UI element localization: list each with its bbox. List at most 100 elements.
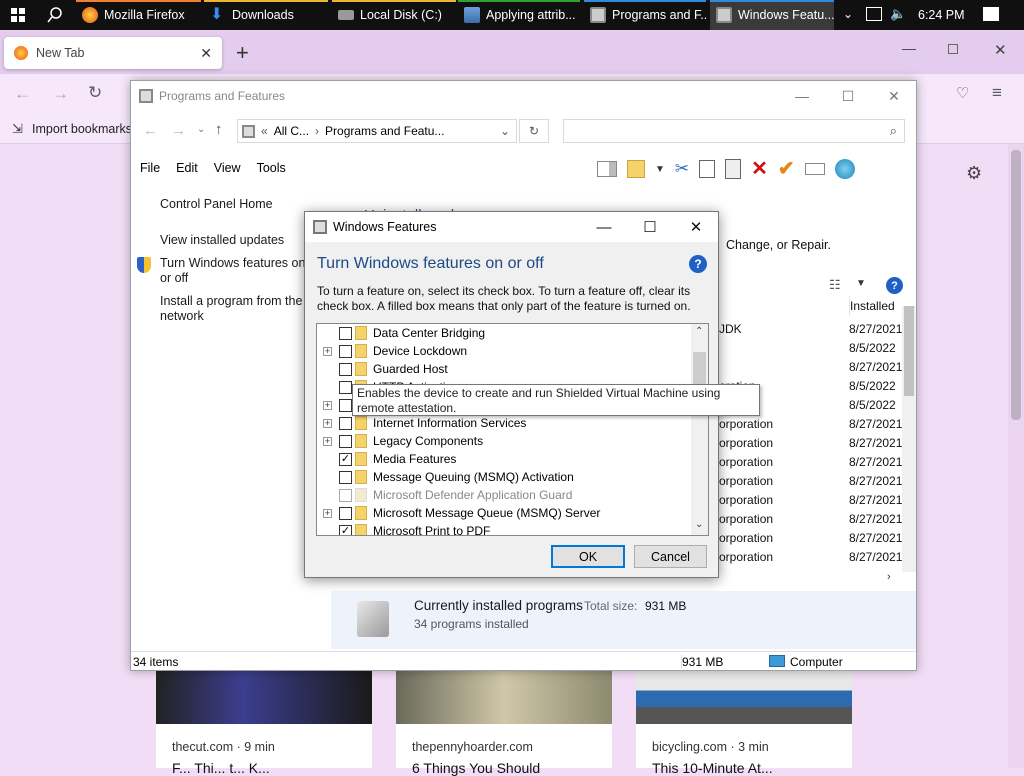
feature-checkbox[interactable]: [339, 434, 352, 448]
feature-checkbox[interactable]: ✓: [339, 524, 352, 535]
breadcrumb-item[interactable]: Programs and Featu...: [325, 124, 494, 138]
minimize-icon[interactable]: —: [902, 40, 916, 56]
search-input[interactable]: ⌕: [563, 119, 905, 143]
view-options-icon[interactable]: ☷: [829, 277, 841, 293]
reload-icon[interactable]: ↻: [88, 83, 102, 103]
network-icon[interactable]: [866, 7, 882, 21]
forward-arrow-icon[interactable]: →: [52, 84, 69, 104]
taskbar-programs-features[interactable]: Programs and F...: [584, 0, 706, 30]
refresh-button[interactable]: ↻: [519, 119, 549, 143]
search-icon[interactable]: [40, 0, 70, 30]
page-scrollbar[interactable]: [1008, 144, 1024, 768]
feature-item[interactable]: Data Center Bridging: [317, 324, 693, 342]
feature-checkbox[interactable]: ✓: [339, 452, 352, 466]
expand-plus-icon[interactable]: +: [323, 346, 332, 356]
delete-icon[interactable]: ✕: [751, 159, 768, 179]
scroll-up-icon[interactable]: ⌃: [695, 326, 703, 337]
feature-checkbox[interactable]: [339, 380, 352, 394]
close-icon[interactable]: ✕: [200, 45, 212, 62]
tree-scrollbar[interactable]: ⌃ ⌄: [691, 324, 708, 535]
feature-checkbox[interactable]: [339, 416, 352, 430]
maximize-button[interactable]: ☐: [627, 212, 673, 242]
menu-edit[interactable]: Edit: [176, 161, 198, 175]
close-button[interactable]: ✕: [673, 212, 719, 242]
back-arrow-icon[interactable]: ←: [14, 84, 31, 104]
feature-item[interactable]: + Legacy Components: [317, 432, 693, 450]
chevron-right-icon[interactable]: ›: [887, 571, 891, 583]
story-card[interactable]: thecut.com · 9 min F... Thi... t... K...: [156, 668, 372, 776]
expand-plus-icon[interactable]: +: [323, 436, 332, 446]
settings-gear-icon[interactable]: ⚙: [966, 163, 982, 184]
feature-item[interactable]: Guarded Host: [317, 360, 693, 378]
cut-icon[interactable]: ✂: [675, 159, 689, 179]
taskbar-firefox[interactable]: Mozilla Firefox: [76, 0, 201, 30]
pocket-icon[interactable]: ♡: [956, 84, 969, 102]
clock[interactable]: 6:24 PM: [918, 8, 965, 22]
breadcrumb-chevron-icon[interactable]: ›: [315, 124, 319, 138]
properties-icon[interactable]: [627, 160, 645, 178]
new-tab-button[interactable]: +: [236, 40, 249, 66]
maximize-button[interactable]: ☐: [825, 81, 871, 111]
checkmark-icon[interactable]: ✔: [778, 159, 795, 179]
scrollbar-thumb[interactable]: [904, 306, 914, 396]
feature-checkbox[interactable]: [339, 362, 352, 376]
paste-icon[interactable]: [725, 159, 742, 179]
feature-item[interactable]: + Device Lockdown: [317, 342, 693, 360]
help-icon[interactable]: ?: [689, 255, 707, 273]
up-arrow-icon[interactable]: ↑: [215, 121, 223, 138]
globe-icon[interactable]: [834, 159, 855, 179]
tab-new-tab[interactable]: New Tab ✕: [4, 37, 222, 69]
list-vscrollbar[interactable]: [902, 306, 916, 572]
help-icon[interactable]: ?: [886, 277, 903, 294]
close-icon[interactable]: ✕: [994, 41, 1007, 59]
menu-icon[interactable]: ≡: [992, 83, 1002, 103]
ok-button[interactable]: OK: [551, 545, 625, 568]
feature-checkbox[interactable]: [339, 344, 352, 358]
feature-item[interactable]: + Microsoft Message Queue (MSMQ) Server: [317, 504, 693, 522]
chevron-up-icon[interactable]: ⌄: [843, 7, 853, 21]
minimize-button[interactable]: —: [581, 212, 627, 242]
feature-item[interactable]: Microsoft Defender Application Guard: [317, 486, 693, 504]
story-card[interactable]: bicycling.com · 3 min This 10-Minute At.…: [636, 668, 852, 776]
taskbar-downloads[interactable]: ⬇ Downloads: [204, 0, 328, 30]
forward-arrow-icon[interactable]: →: [171, 122, 186, 139]
copy-icon[interactable]: [699, 160, 716, 178]
install-from-network-link[interactable]: Install a program from the network: [160, 294, 310, 324]
minimize-button[interactable]: —: [779, 81, 825, 111]
story-card[interactable]: thepennyhoarder.com 6 Things You Should: [396, 668, 612, 776]
recent-chevron-icon[interactable]: ⌄: [197, 124, 205, 135]
feature-item[interactable]: ✓ Media Features: [317, 450, 693, 468]
feature-checkbox[interactable]: [339, 506, 352, 520]
taskbar-local-disk[interactable]: Local Disk (C:): [332, 0, 456, 30]
control-panel-home-link[interactable]: Control Panel Home: [160, 197, 273, 212]
feature-checkbox[interactable]: [339, 470, 352, 484]
feature-item[interactable]: Message Queuing (MSMQ) Activation: [317, 468, 693, 486]
expand-plus-icon[interactable]: +: [323, 508, 332, 518]
rename-icon[interactable]: [804, 163, 825, 175]
volume-icon[interactable]: 🔈: [890, 6, 906, 22]
import-bookmarks-link[interactable]: Import bookmarks...: [32, 122, 142, 136]
close-button[interactable]: ✕: [871, 81, 917, 111]
menu-view[interactable]: View: [214, 161, 241, 175]
expand-plus-icon[interactable]: +: [323, 400, 332, 410]
back-arrow-icon[interactable]: ←: [143, 122, 158, 139]
scrollbar-thumb[interactable]: [693, 352, 706, 388]
feature-checkbox[interactable]: [339, 326, 352, 340]
turn-windows-features-link[interactable]: Turn Windows features on or off: [160, 256, 310, 286]
expand-plus-icon[interactable]: +: [323, 418, 332, 428]
restore-icon[interactable]: [948, 44, 958, 54]
address-bar[interactable]: « All C... › Programs and Featu... ⌄: [237, 119, 517, 143]
preview-pane-icon[interactable]: [597, 161, 617, 177]
taskbar-applying-attributes[interactable]: Applying attrib...: [458, 0, 580, 30]
chevron-down-icon[interactable]: ▼: [856, 278, 866, 289]
scrollbar-thumb[interactable]: [1011, 150, 1021, 420]
menu-file[interactable]: File: [140, 161, 160, 175]
taskbar-windows-features[interactable]: Windows Featu...: [710, 0, 834, 30]
notifications-icon[interactable]: [983, 7, 999, 21]
breadcrumb-item[interactable]: All C...: [274, 124, 309, 138]
feature-checkbox[interactable]: [339, 398, 352, 412]
scroll-down-icon[interactable]: ⌄: [695, 519, 703, 530]
chevron-down-icon[interactable]: ▼: [655, 164, 665, 175]
menu-tools[interactable]: Tools: [257, 161, 286, 175]
start-button[interactable]: [0, 0, 36, 30]
